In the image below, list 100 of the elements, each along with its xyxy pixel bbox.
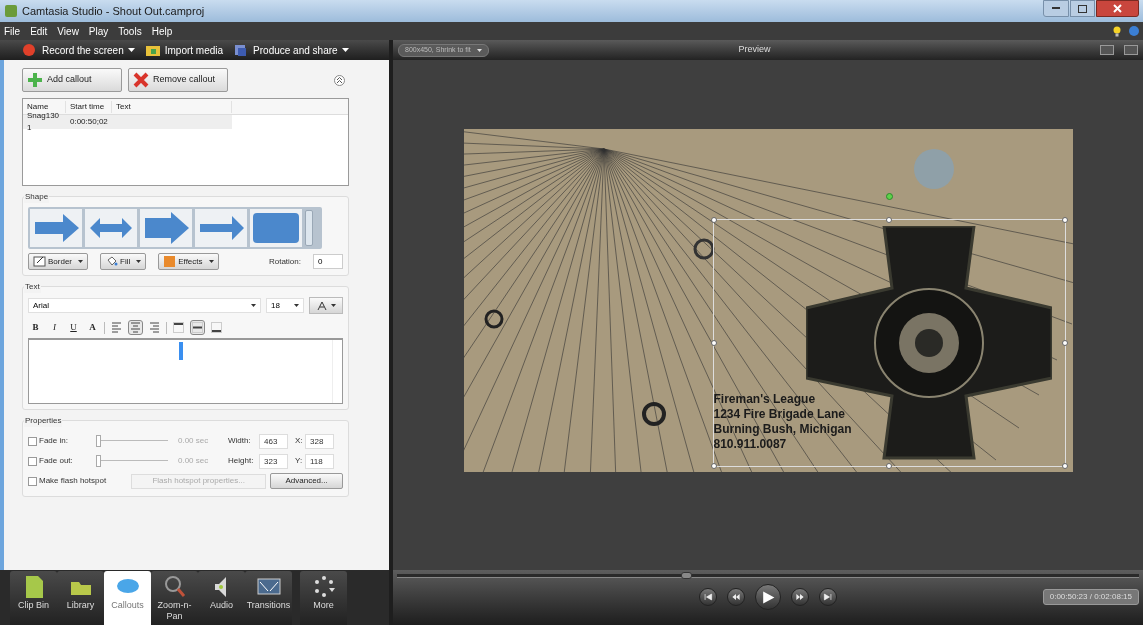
- tab[interactable]: Library: [57, 571, 104, 625]
- valign-top-button[interactable]: [171, 320, 186, 335]
- menu-item[interactable]: File: [4, 23, 21, 39]
- play-icon: [761, 590, 775, 604]
- bold-button[interactable]: B: [28, 320, 43, 335]
- rotation-field[interactable]: 0: [313, 254, 343, 269]
- play-button[interactable]: [755, 584, 781, 610]
- toolbar-button[interactable]: Record the screen: [22, 42, 135, 58]
- time-display: 0:00:50:23 / 0:02:08:15: [1042, 589, 1139, 605]
- caret-icon: [127, 48, 135, 52]
- valign-middle-button[interactable]: [190, 320, 205, 335]
- align-right-icon: [148, 321, 161, 334]
- preview-title: Preview: [737, 43, 772, 57]
- resize-handle[interactable]: [710, 216, 717, 223]
- collapse-icon[interactable]: [334, 74, 345, 86]
- close-button[interactable]: [1096, 0, 1139, 17]
- fade-label: Fade in:: [39, 435, 69, 447]
- resize-handle[interactable]: [710, 339, 717, 346]
- column-header[interactable]: Start time: [66, 100, 112, 113]
- checkbox[interactable]: [28, 436, 37, 446]
- field-label: Height:: [228, 455, 255, 467]
- effects-button[interactable]: Effects: [158, 253, 219, 270]
- tab[interactable]: Transitions: [245, 571, 292, 625]
- slider-thumb[interactable]: [96, 455, 101, 467]
- resize-handle[interactable]: [1061, 216, 1068, 223]
- menu-item[interactable]: Tools: [118, 23, 142, 39]
- x-icon: [133, 72, 149, 88]
- toolbar-button[interactable]: Import media: [144, 42, 224, 58]
- detach-button[interactable]: [1124, 45, 1138, 55]
- rotate-handle[interactable]: [885, 192, 893, 200]
- field-label: X:: [295, 435, 304, 447]
- align-center-icon: [129, 321, 142, 334]
- menu-item[interactable]: Edit: [30, 23, 48, 39]
- menu-item[interactable]: View: [57, 23, 79, 39]
- valign-bottom-button[interactable]: [209, 320, 224, 335]
- minimize-button[interactable]: [1043, 0, 1069, 17]
- font-dropdown[interactable]: Arial: [28, 298, 261, 313]
- font-size-dropdown[interactable]: 18: [266, 298, 304, 313]
- fill-button[interactable]: Fill: [100, 253, 147, 270]
- checkbox[interactable]: [28, 456, 37, 466]
- resize-handle[interactable]: [886, 216, 892, 223]
- slider-thumb[interactable]: [96, 435, 101, 447]
- playhead[interactable]: [681, 572, 693, 579]
- gallery-scrollbar[interactable]: [305, 210, 313, 246]
- menu-item[interactable]: Help: [151, 23, 173, 39]
- callout-row[interactable]: Snag130 1 0:00:50;02: [23, 115, 232, 129]
- tab[interactable]: Zoom-n-Pan: [151, 571, 198, 625]
- caret-icon: [341, 48, 349, 52]
- app-icon: [4, 4, 18, 18]
- end-button[interactable]: [819, 588, 837, 606]
- caret-icon: [78, 260, 83, 263]
- text-cursor: [179, 342, 183, 360]
- underline-button[interactable]: U: [66, 320, 81, 335]
- lightbulb-icon: [1113, 25, 1121, 37]
- paint-bucket-icon: [105, 255, 118, 268]
- advanced-button[interactable]: Advanced...: [270, 473, 343, 489]
- valign-bottom-icon: [210, 321, 223, 334]
- column-header[interactable]: Text: [112, 100, 232, 113]
- valign-middle-icon: [191, 321, 204, 334]
- callout-text: Burning Bush, Michigan: [713, 421, 852, 437]
- rewind-button[interactable]: [727, 588, 745, 606]
- number-field[interactable]: 463: [259, 433, 288, 449]
- timeline-scrubber[interactable]: [397, 574, 1139, 578]
- resize-handle[interactable]: [710, 462, 717, 469]
- callout-text: 810.911.0087: [713, 436, 788, 452]
- color-button[interactable]: A: [85, 320, 100, 335]
- align-right-button[interactable]: [147, 320, 162, 335]
- resize-handle[interactable]: [886, 462, 892, 469]
- align-center-button[interactable]: [128, 320, 143, 335]
- caret-icon: [476, 48, 482, 52]
- column-header[interactable]: Name: [23, 100, 66, 113]
- start-button[interactable]: [699, 588, 717, 606]
- maximize-button[interactable]: [1070, 0, 1095, 17]
- align-left-button[interactable]: [109, 320, 124, 335]
- help-icon: [1129, 26, 1139, 36]
- table-cell-text: 0:00:50;02: [69, 116, 109, 128]
- number-field[interactable]: 328: [305, 433, 334, 449]
- forward-button[interactable]: [791, 588, 809, 606]
- italic-button[interactable]: I: [47, 320, 62, 335]
- remove-callout-button[interactable]: Remove callout: [128, 68, 228, 92]
- border-button[interactable]: Border: [28, 253, 88, 270]
- fade-slider[interactable]: [96, 455, 168, 467]
- number-field[interactable]: 118: [305, 453, 334, 469]
- tab[interactable]: Callouts: [104, 571, 151, 625]
- number-field[interactable]: 323: [259, 453, 288, 469]
- rounded-rectangle-shape[interactable]: [250, 209, 302, 247]
- menu-item[interactable]: Play: [88, 23, 109, 39]
- resize-handle[interactable]: [1061, 339, 1068, 346]
- tab[interactable]: More: [300, 571, 347, 625]
- toolbar-button[interactable]: Produce and share: [233, 42, 349, 58]
- tab[interactable]: Clip Bin: [10, 571, 57, 625]
- tab[interactable]: Audio: [198, 571, 245, 625]
- checkbox[interactable]: [28, 476, 37, 486]
- minimize-icon: [1052, 7, 1060, 10]
- fade-slider[interactable]: [96, 435, 168, 447]
- resize-handle[interactable]: [1061, 462, 1068, 469]
- text-color-dropdown[interactable]: [309, 297, 343, 314]
- add-callout-button[interactable]: Add callout: [22, 68, 122, 92]
- valign-top-icon: [172, 321, 185, 334]
- fit-button[interactable]: [1100, 45, 1114, 55]
